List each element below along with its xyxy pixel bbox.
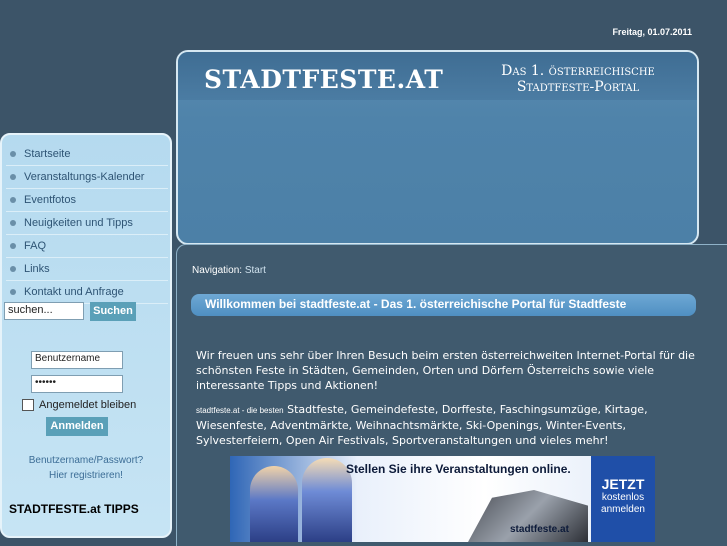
- current-date: Freitag, 01.07.2011: [612, 27, 692, 37]
- bullet-icon: [10, 243, 16, 249]
- site-header: STADTFESTE.AT Das 1. österreichische Sta…: [176, 50, 699, 245]
- tagline-line-2: Stadtfeste-Portal: [516, 79, 640, 95]
- search-button[interactable]: Suchen: [90, 302, 136, 321]
- banner-cta-line2: anmelden: [601, 504, 645, 515]
- breadcrumb-current[interactable]: Start: [245, 265, 266, 276]
- username-field[interactable]: Benutzername: [31, 351, 123, 369]
- promo-banner[interactable]: Stellen Sie ihre Veranstaltungen online.…: [230, 456, 655, 542]
- menu-item-neuigkeiten[interactable]: Neuigkeiten und Tipps: [6, 212, 168, 235]
- main-content: Navigation: Start Willkommen bei stadtfe…: [176, 244, 727, 546]
- search-input[interactable]: suchen...: [4, 302, 84, 320]
- banner-cta[interactable]: JETZT kostenlos anmelden: [591, 456, 655, 542]
- breadcrumb-label: Navigation:: [192, 265, 243, 276]
- register-link[interactable]: Hier registrieren!: [2, 468, 170, 483]
- welcome-heading: Willkommen bei stadtfeste.at - Das 1. ös…: [191, 294, 696, 316]
- login-button[interactable]: Anmelden: [46, 417, 108, 436]
- menu-item-links[interactable]: Links: [6, 258, 168, 281]
- bullet-icon: [10, 266, 16, 272]
- bullet-icon: [10, 197, 16, 203]
- menu-item-label: Veranstaltungs-Kalender: [24, 171, 145, 183]
- main-menu: Startseite Veranstaltungs-Kalender Event…: [6, 143, 168, 304]
- menu-item-label: Startseite: [24, 148, 71, 160]
- menu-item-label: Links: [24, 263, 50, 275]
- intro-text: Wir freuen uns sehr über Ihren Besuch be…: [196, 349, 695, 392]
- bullet-icon: [10, 220, 16, 226]
- intro2-prefix: stadtfeste.at - die besten: [196, 406, 284, 415]
- banner-cta-line1: kostenlos: [601, 492, 645, 503]
- banner-cta-big: JETZT: [601, 476, 645, 492]
- menu-item-label: Eventfotos: [24, 194, 76, 206]
- bullet-icon: [10, 151, 16, 157]
- menu-item-kontakt[interactable]: Kontakt und Anfrage: [6, 281, 168, 304]
- remember-label: Angemeldet bleiben: [39, 399, 137, 411]
- remember-checkbox[interactable]: [22, 399, 34, 411]
- menu-item-label: Kontakt und Anfrage: [24, 286, 124, 298]
- banner-person-1: [250, 466, 298, 542]
- bullet-icon: [10, 289, 16, 295]
- banner-brand: stadtfeste.at: [510, 524, 569, 535]
- site-logo[interactable]: STADTFESTE.AT: [204, 65, 443, 94]
- menu-item-eventfotos[interactable]: Eventfotos: [6, 189, 168, 212]
- banner-headline: Stellen Sie ihre Veranstaltungen online.: [346, 462, 571, 476]
- tips-heading: STADTFESTE.at TIPPS: [9, 502, 139, 516]
- menu-item-label: FAQ: [24, 240, 47, 252]
- tagline-line-1: Das 1. österreichische: [501, 63, 655, 79]
- sidebar: Startseite Veranstaltungs-Kalender Event…: [0, 133, 172, 538]
- forgot-register-links: Benutzername/Passwort? Hier registrieren…: [2, 453, 170, 483]
- menu-item-startseite[interactable]: Startseite: [6, 143, 168, 166]
- breadcrumb: Navigation: Start: [192, 265, 266, 276]
- banner-person-2: [302, 458, 352, 542]
- menu-item-label: Neuigkeiten und Tipps: [24, 217, 133, 229]
- menu-item-kalender[interactable]: Veranstaltungs-Kalender: [6, 166, 168, 189]
- forgot-credentials-link[interactable]: Benutzername/Passwort?: [2, 453, 170, 468]
- remember-me[interactable]: Angemeldet bleiben: [22, 399, 136, 411]
- password-field[interactable]: ••••••: [31, 375, 123, 393]
- site-tagline: Das 1. österreichische Stadtfeste-Portal: [478, 63, 678, 95]
- menu-item-faq[interactable]: FAQ: [6, 235, 168, 258]
- intro-text-2: stadtfeste.at - die besten Stadtfeste, G…: [196, 402, 696, 448]
- bullet-icon: [10, 174, 16, 180]
